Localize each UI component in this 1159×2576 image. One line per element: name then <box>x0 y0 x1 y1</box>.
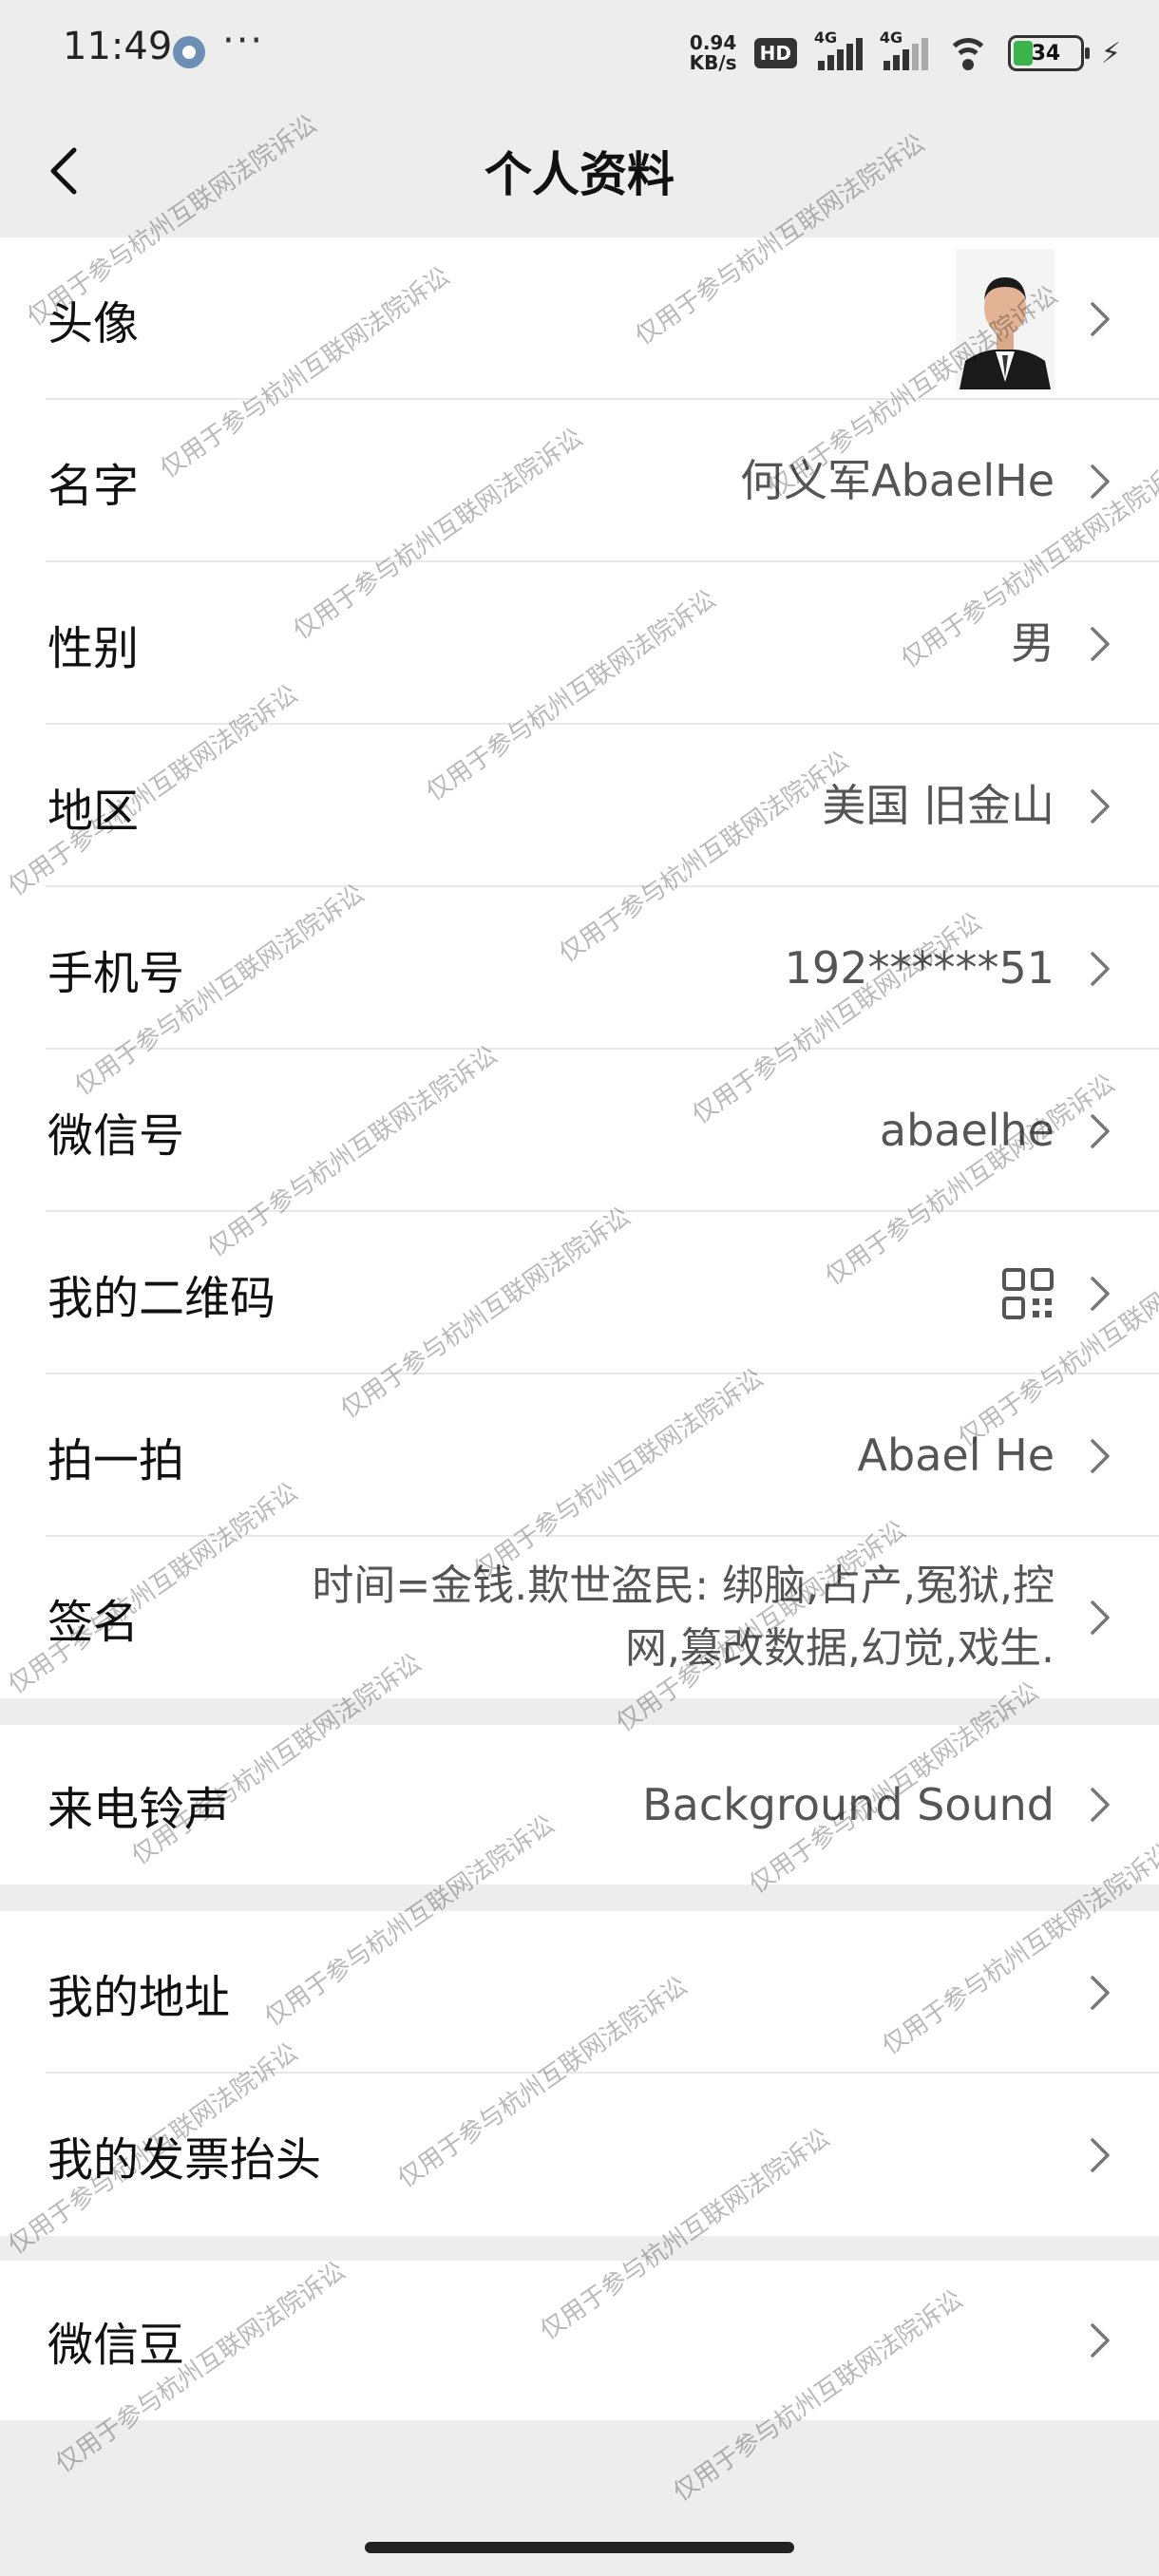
phone-label: 手机号 <box>48 946 185 1000</box>
signal-strength-icon-2: 4G <box>880 28 928 70</box>
row-beans[interactable]: 微信豆 <box>0 2261 1159 2420</box>
row-pat[interactable]: 拍一拍 Abael He <box>0 1374 1159 1537</box>
ringtone-value: Background Sound <box>642 1778 1054 1830</box>
row-name[interactable]: 名字 何义军AbaelHe <box>0 400 1159 562</box>
hd-badge: HD <box>753 38 797 68</box>
pat-value: Abael He <box>857 1430 1054 1481</box>
wechat-id-value: abaelhe <box>879 1105 1054 1156</box>
battery-icon: 34 <box>1007 35 1090 71</box>
signal-tag: 4G <box>813 28 838 47</box>
ringtone-label: 来电铃声 <box>48 1783 231 1836</box>
chevron-right-icon <box>1091 1788 1110 1822</box>
row-invoice[interactable]: 我的发票抬头 <box>0 2074 1159 2236</box>
region-label: 地区 <box>48 784 140 838</box>
chevron-right-icon <box>1091 301 1110 336</box>
region-value: 美国 旧金山 <box>822 780 1054 831</box>
chevron-right-icon <box>1091 1276 1110 1311</box>
page: 11:49 ··· 0.94 KB/s HD 4G 4G 34 ⚡ 个人资料 头… <box>0 0 1159 2576</box>
chevron-right-icon <box>1091 1113 1110 1148</box>
chevron-right-icon <box>1091 788 1110 824</box>
beans-label: 微信豆 <box>48 2319 185 2372</box>
more-notifications-icon: ··· <box>222 19 265 63</box>
name-label: 名字 <box>48 459 140 513</box>
signal-strength-icon: 4G <box>814 28 863 70</box>
page-title: 个人资料 <box>484 147 674 202</box>
address-label: 我的地址 <box>48 1970 231 2024</box>
signature-line-1: 时间=金钱.欺世盗民: 绑脑,占产,冤狱,控 <box>312 1562 1054 1610</box>
pat-label: 拍一拍 <box>48 1433 185 1487</box>
profile-section: 头像 名字 何义军AbaelHe 性别 男 地区 美国 旧金山 手机号 192*… <box>0 237 1159 1698</box>
wifi-icon <box>945 36 991 70</box>
qr-code-icon <box>1002 1267 1054 1319</box>
signature-label: 签名 <box>48 1596 140 1649</box>
gender-value: 男 <box>1011 617 1054 669</box>
chevron-right-icon <box>1091 1601 1110 1635</box>
battery-fill <box>1013 41 1033 66</box>
chevron-right-icon <box>1091 464 1110 499</box>
status-indicators: 0.94 KB/s HD 4G 4G 34 ⚡ <box>690 27 1121 80</box>
chevron-right-icon <box>1091 626 1110 661</box>
ringtone-section: 来电铃声 Background Sound <box>0 1725 1159 1885</box>
row-ringtone[interactable]: 来电铃声 Background Sound <box>0 1725 1159 1885</box>
row-address[interactable]: 我的地址 <box>0 1911 1159 2074</box>
home-indicator[interactable] <box>365 2542 794 2553</box>
qr-code-label: 我的二维码 <box>48 1271 276 1325</box>
row-wechat-id[interactable]: 微信号 abaelhe <box>0 1050 1159 1212</box>
name-value: 何义军AbaelHe <box>740 455 1054 506</box>
signal-tag-2: 4G <box>879 28 903 47</box>
settings-status-icon <box>173 36 205 68</box>
chevron-right-icon <box>1091 951 1110 986</box>
signature-line-2: 网,篡改数据,幻觉,戏生. <box>625 1624 1054 1673</box>
signature-value: 时间=金钱.欺世盗民: 绑脑,占产,冤狱,控 网,篡改数据,幻觉,戏生. <box>312 1555 1054 1680</box>
status-time: 11:49 <box>63 25 173 68</box>
battery-level: 34 <box>1031 41 1061 66</box>
beans-section: 微信豆 <box>0 2261 1159 2420</box>
avatar[interactable] <box>956 249 1054 389</box>
wechat-id-label: 微信号 <box>48 1108 185 1163</box>
row-gender[interactable]: 性别 男 <box>0 562 1159 725</box>
network-speed: 0.94 KB/s <box>690 33 737 73</box>
row-signature[interactable]: 签名 时间=金钱.欺世盗民: 绑脑,占产,冤狱,控 网,篡改数据,幻觉,戏生. <box>0 1537 1159 1698</box>
network-speed-unit: KB/s <box>689 51 737 74</box>
row-region[interactable]: 地区 美国 旧金山 <box>0 725 1159 887</box>
status-bar: 11:49 ··· 0.94 KB/s HD 4G 4G 34 ⚡ <box>0 0 1159 104</box>
avatar-label: 头像 <box>48 296 140 350</box>
nav-bar: 个人资料 <box>0 104 1159 237</box>
invoice-label: 我的发票抬头 <box>48 2132 322 2187</box>
chevron-right-icon <box>1091 1438 1110 1473</box>
address-invoice-section: 我的地址 我的发票抬头 <box>0 1911 1159 2236</box>
gender-label: 性别 <box>48 621 140 675</box>
row-phone[interactable]: 手机号 192******51 <box>0 887 1159 1050</box>
chevron-right-icon <box>1091 2323 1110 2358</box>
network-speed-value: 0.94 <box>689 31 737 54</box>
chevron-right-icon <box>1091 1975 1110 2010</box>
chevron-right-icon <box>1091 2137 1110 2172</box>
phone-value: 192******51 <box>784 942 1054 994</box>
charging-icon: ⚡ <box>1100 36 1121 70</box>
row-qr-code[interactable]: 我的二维码 <box>0 1212 1159 1374</box>
row-avatar[interactable]: 头像 <box>0 237 1159 400</box>
